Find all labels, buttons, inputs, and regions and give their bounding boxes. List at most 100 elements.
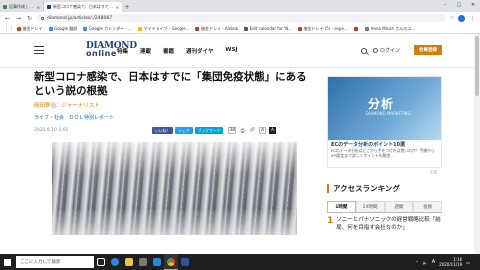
link-icon[interactable]: 🔗 [249,127,256,134]
ad-label: 広告 [430,170,437,174]
sidebar-ad[interactable]: 分析 DIAMOND MARKETING ECのデータ分析のポイント10選 EC… [327,76,442,168]
text-size-small-button[interactable]: A [259,127,267,134]
tab-members[interactable]: 会員 [413,201,442,212]
tab-title: 記事作成 | Livedoor Blog [9,4,35,9]
ranking-number: 1 [327,216,334,226]
heading-accent-bar [327,184,329,193]
volume-icon[interactable]: 🔈 [423,260,428,265]
bookmark-item[interactable]: 借金ドレイ (5) - espe... [297,26,348,32]
bookmark-favicon [297,26,302,31]
print-icon[interactable]: ⎙ [239,127,246,134]
person-icon [373,48,378,53]
menu-icon[interactable]: ⋮ [469,15,476,22]
maximize-button[interactable]: □ [452,0,466,10]
chrome-icon[interactable] [164,254,178,270]
search-icon[interactable] [361,48,367,54]
windows-logo-icon [3,258,11,266]
category-link[interactable]: ＤＯＬ特別レポート [69,114,114,121]
edge-icon[interactable] [108,254,122,270]
tab-favicon [47,5,51,9]
bookmark-favicon [365,26,370,31]
article-categories: ライフ・社会 ＤＯＬ特別レポート [34,114,316,121]
bookmark-item[interactable]: Edit calendar for 'N... [244,26,292,31]
ime-indicator[interactable]: A [432,259,435,265]
lock-icon[interactable] [41,16,44,20]
login-label: ログイン [380,48,401,54]
page-scrollbar[interactable] [474,34,480,254]
login-button[interactable]: ログイン [373,47,400,54]
browser-tab-strip: 記事作成 | Livedoor Blog ✕ 新型コロナ感染で、日本はすでに「集… [0,0,480,12]
register-button[interactable]: 会員登録 [414,45,442,55]
bookmark-item[interactable]: マイドライブ - Google... [138,26,189,32]
bookmark-item[interactable]: 借金ドレイ [17,26,43,32]
new-tab-button[interactable]: + [122,2,132,12]
twitter-share-button[interactable]: シェア [175,127,193,134]
browser-tab[interactable]: 記事作成 | Livedoor Blog ✕ [0,2,44,12]
url-text[interactable]: diamond.jp/articles/-/248087 [47,16,112,21]
close-icon[interactable]: ✕ [37,5,40,10]
close-window-button[interactable]: ✕ [466,0,480,10]
hamburger-menu-icon[interactable] [34,46,44,54]
chevron-up-icon[interactable]: ⌃ [415,260,418,265]
category-link[interactable]: ライフ・社会 [34,114,64,121]
bookmark-favicon [17,26,21,31]
scrollbar-thumb[interactable] [475,36,479,96]
bookmark-item[interactable] [353,26,360,31]
facebook-like-button[interactable]: いいね！ [152,127,174,134]
text-size-large-button[interactable]: A [269,127,277,134]
bookmark-favicon [138,26,143,31]
bookmark-item[interactable]: Anna Micah さんのコ... [365,26,415,32]
photo-floor [52,210,297,235]
file-explorer-icon[interactable] [122,254,136,270]
reload-icon[interactable]: ↻ [26,15,33,22]
nav-item-weekly-diamond[interactable]: 週刊ダイヤ [186,47,213,55]
nav-item-features[interactable]: 特集 [117,47,128,55]
bookmark-item[interactable]: 借金ドレイ - Airbnb [195,26,238,32]
close-icon[interactable]: ✕ [116,5,119,10]
article-date: 2020.9.10 5:05 [34,128,69,133]
notification-icon[interactable]: ▭ [466,260,470,265]
clock-date: 2020/11/19 [439,262,463,267]
tab-1-hour[interactable]: 1時間 [327,201,356,212]
bookmark-item[interactable]: Google 翻訳 [48,26,77,32]
mail-icon[interactable] [150,254,164,270]
apps-icon[interactable]: ⋮⋮ [4,26,14,32]
hatena-bookmark-button[interactable]: ブックマーク [194,127,224,134]
minimize-button[interactable]: – [438,0,452,10]
bookmark-favicon [48,26,53,31]
hatena-count: 38 [228,127,237,134]
bookmark-item[interactable]: Google カレンダー - ... [83,26,132,32]
address-row: ← → ↻ diamond.jp/articles/-/248087 ☆ ⋮ [0,12,480,24]
forward-icon[interactable]: → [15,15,22,22]
article-author[interactable]: 岡田幹治：ジャーナリスト [34,101,316,109]
nav-item-books[interactable]: 書籍 [163,47,174,55]
window-controls: – □ ✕ [438,0,480,10]
store-icon[interactable] [136,254,150,270]
nav-item-wsj[interactable]: WSJ [225,47,237,55]
tab-24-hours[interactable]: 24時間 [355,201,385,212]
bookmark-favicon [83,26,88,31]
ad-description: ECのデータ分析はどこから手をつければ良いのか？手順からKPI設定まで詳しくポイ… [331,148,435,158]
tab-title: 新型コロナ感染で、日本はすでに「集団免 [53,4,114,9]
system-tray: ⌃ 🔈 A 1:16 2020/11/19 ▭ [415,254,470,270]
back-icon[interactable]: ← [4,15,11,22]
address-bar[interactable]: diamond.jp/articles/-/248087 [37,14,446,22]
task-view-icon[interactable] [94,254,108,270]
start-button[interactable] [0,254,14,270]
tab-favicon [3,5,7,9]
taskbar-search[interactable]: ここに入力して検索 [16,256,94,268]
star-icon[interactable]: ☆ [450,15,454,21]
tab-weekly[interactable]: 週間 [384,201,414,212]
ranking-item[interactable]: 1 ソニーとパナソニックの経営戦略比較「結局、何を目指す会社なのか」 [327,216,442,232]
bookmarks-bar: ⋮⋮ 借金ドレイ Google 翻訳 Google カレンダー - ... マイ… [0,24,480,34]
nav-item-series[interactable]: 連載 [140,47,151,55]
ranking-heading: アクセスランキング [327,183,442,194]
article: 新型コロナ感染で、日本はすでに「集団免疫状態」にあるという説の根拠 岡田幹治：ジ… [34,70,316,246]
word-icon[interactable] [178,254,192,270]
clock[interactable]: 1:16 2020/11/19 [439,257,462,267]
profile-avatar[interactable] [458,14,465,22]
top-nav: 特集 連載 書籍 週刊ダイヤ WSJ [117,47,237,55]
browser-tab-active[interactable]: 新型コロナ感染で、日本はすでに「集団免 ✕ [44,2,122,12]
ranking-text[interactable]: ソニーとパナソニックの経営戦略比較「結局、何を目指す会社なのか」 [336,216,442,232]
ad-title[interactable]: ECのデータ分析のポイント10選 [331,141,405,148]
